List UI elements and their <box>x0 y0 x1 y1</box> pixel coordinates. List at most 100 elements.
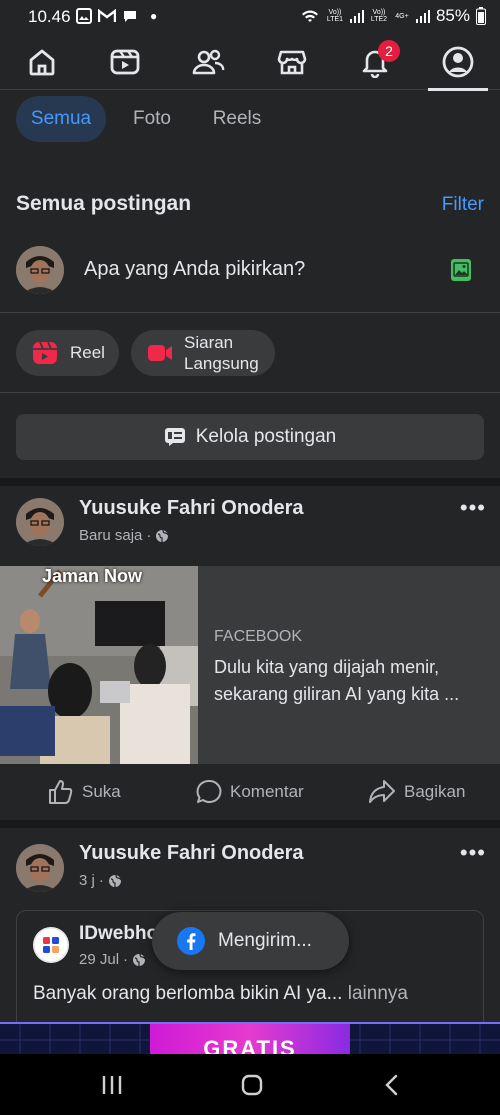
separator-dot: · <box>98 872 104 889</box>
avatar[interactable] <box>16 246 64 294</box>
comment-icon <box>196 779 222 803</box>
chip-photos[interactable]: Foto <box>116 96 188 142</box>
ad-banner[interactable]: GRATIS <box>0 1022 500 1054</box>
home-icon <box>29 49 55 76</box>
friends-icon <box>192 49 225 75</box>
chat-icon <box>124 11 136 22</box>
thumbnail-caption: Jaman Now <box>42 566 143 586</box>
toast-label: Mengirim... <box>218 930 312 951</box>
recent-apps-button[interactable] <box>82 1054 142 1115</box>
post-meta: 3 j · <box>79 872 122 889</box>
globe-icon <box>108 874 122 887</box>
live-video-icon <box>148 345 172 361</box>
share-icon <box>369 780 395 803</box>
avatar[interactable] <box>16 498 64 546</box>
avatar[interactable] <box>16 844 64 892</box>
sim2-label: Vo)) LTE2 <box>370 9 388 23</box>
separator-dot: · <box>123 951 129 968</box>
chip-all[interactable]: Semua <box>16 96 106 142</box>
go-live-button[interactable]: Siaran Langsung <box>131 330 275 376</box>
post-meta: Baru saja · <box>79 527 169 544</box>
video-icon <box>110 49 140 75</box>
nav-profile[interactable] <box>428 34 488 91</box>
section-divider <box>0 820 500 828</box>
link-source: FACEBOOK <box>214 628 303 645</box>
ad-center-panel: GRATIS <box>150 1024 350 1054</box>
notification-badge: 2 <box>378 40 400 62</box>
reel-icon <box>33 341 57 364</box>
network-label: 4G+ <box>395 12 409 20</box>
post-author[interactable]: Yuusuke Fahri Onodera <box>79 842 304 865</box>
sending-toast: Mengirim... <box>152 912 349 970</box>
back-icon <box>385 1074 398 1095</box>
divider <box>0 312 500 313</box>
comment-button[interactable]: Komentar <box>196 764 304 820</box>
separator-dot: · <box>146 527 152 544</box>
see-more-link[interactable]: lainnya <box>348 983 408 1004</box>
page-avatar[interactable] <box>33 927 69 963</box>
status-bar: 10.46 ● Vo)) LTE1 Vo)) LTE2 4G+ 85% <box>0 0 500 34</box>
post-time: Baru saja <box>79 527 143 544</box>
nav-video[interactable] <box>95 34 155 90</box>
shared-post-text: Banyak orang berlomba bikin AI ya... lai… <box>33 983 408 1005</box>
profile-icon <box>442 46 474 78</box>
photo-icon <box>451 259 471 281</box>
marketplace-icon <box>277 50 307 75</box>
section-title: Semua postingan <box>16 192 192 215</box>
status-notification-icons: ● <box>76 8 157 24</box>
battery-percent: 85% <box>435 6 470 25</box>
like-label: Suka <box>82 782 121 801</box>
post-options-button[interactable]: ••• <box>460 840 486 866</box>
shared-time: 29 Jul <box>79 951 120 968</box>
wifi-icon <box>301 10 318 22</box>
comment-label: Komentar <box>230 782 304 801</box>
post-action-bar: Suka Komentar Bagikan <box>0 764 500 820</box>
share-button[interactable]: Bagikan <box>368 764 465 820</box>
ad-text: GRATIS <box>203 1036 297 1054</box>
back-button[interactable] <box>362 1054 422 1115</box>
system-nav-bar <box>0 1054 500 1115</box>
post-time: 3 j <box>79 872 95 889</box>
live-label-line1: Siaran <box>184 333 234 352</box>
nav-friends[interactable] <box>178 34 238 90</box>
globe-icon <box>133 953 146 966</box>
sim1-label: Vo)) LTE1 <box>326 9 344 23</box>
home-circle-icon <box>241 1074 263 1095</box>
link-thumbnail: Jaman Now <box>0 566 198 764</box>
battery-icon <box>476 7 486 25</box>
section-divider <box>0 478 500 486</box>
add-photo-button[interactable] <box>450 258 472 287</box>
shared-text-body: Banyak orang berlomba bikin AI ya... <box>33 983 343 1004</box>
divider <box>0 392 500 393</box>
nav-home[interactable] <box>12 34 72 90</box>
idwebhost-logo-icon <box>33 927 69 963</box>
link-title: Dulu kita yang dijajah menir, sekarang g… <box>214 657 460 704</box>
signal-icon <box>415 10 430 23</box>
filter-button[interactable]: Filter <box>442 194 484 216</box>
post-options-button[interactable]: ••• <box>460 495 486 521</box>
manage-posts-icon <box>164 428 185 446</box>
manage-posts-button[interactable]: Kelola postingan <box>16 414 484 460</box>
facebook-icon <box>177 927 205 955</box>
signal-icon <box>349 10 364 23</box>
create-reel-button[interactable]: Reel <box>16 330 119 376</box>
reel-label: Reel <box>70 343 105 362</box>
status-time: 10.46 <box>28 7 71 26</box>
recent-apps-icon <box>102 1075 122 1094</box>
chip-reels[interactable]: Reels <box>198 96 276 142</box>
share-label: Bagikan <box>404 782 466 801</box>
live-label-line2: Langsung <box>184 354 259 373</box>
like-button[interactable]: Suka <box>48 764 121 820</box>
composer-input[interactable]: Apa yang Anda pikirkan? <box>84 258 305 281</box>
globe-icon <box>156 529 169 542</box>
top-nav: 2 <box>0 34 500 91</box>
link-preview-card[interactable]: Jaman Now FACEBOOK Dulu kita yang dijaja… <box>0 566 500 764</box>
home-button[interactable] <box>222 1054 282 1115</box>
like-icon <box>49 780 73 804</box>
post-author[interactable]: Yuusuke Fahri Onodera <box>79 497 304 520</box>
gmail-icon <box>98 9 116 22</box>
nav-marketplace[interactable] <box>262 34 322 90</box>
manage-posts-label: Kelola postingan <box>195 426 337 447</box>
nav-notifications[interactable]: 2 <box>345 34 405 90</box>
gallery-icon <box>76 8 92 24</box>
